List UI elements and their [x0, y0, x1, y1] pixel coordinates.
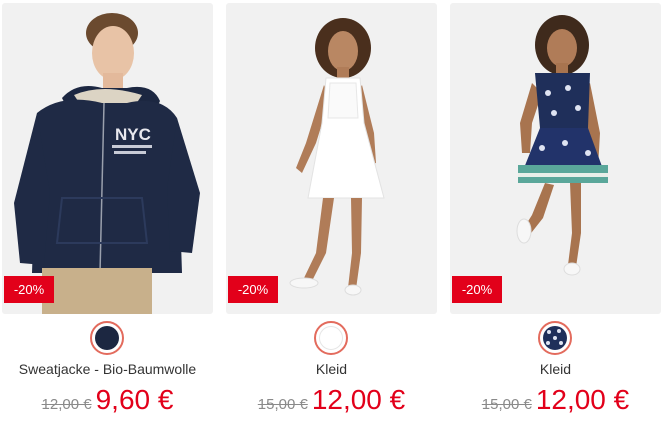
product-image-hoodie[interactable]: NYC -20%	[2, 3, 213, 314]
discount-badge: -20%	[4, 276, 54, 303]
color-swatch-navy[interactable]	[90, 321, 124, 355]
color-swatch-navy-pattern[interactable]	[538, 321, 572, 355]
product-image-patterned-dress[interactable]: -20%	[450, 3, 661, 314]
price-row: 12,00 € 9,60 €	[2, 384, 213, 416]
boy-hoodie-photo: NYC	[14, 13, 200, 314]
product-card[interactable]: -20% Kleid 15,00 € 12,00 €	[450, 0, 661, 421]
girl-white-dress-photo	[289, 18, 385, 296]
product-grid: NYC -20% Sweatjacke - Bio-Baumwolle 12,0…	[0, 0, 663, 421]
color-swatch-white[interactable]	[314, 321, 348, 355]
price-row: 15,00 € 12,00 €	[450, 384, 661, 416]
old-price: 15,00 €	[481, 396, 532, 413]
swatch-fill	[543, 326, 567, 350]
svg-text:NYC: NYC	[115, 125, 151, 144]
girl-patterned-dress-photo	[516, 15, 608, 276]
swatch-fill	[319, 326, 343, 350]
discount-badge: -20%	[228, 276, 278, 303]
discount-badge: -20%	[452, 276, 502, 303]
product-name[interactable]: Kleid	[450, 361, 661, 377]
old-price: 15,00 €	[257, 396, 308, 413]
sale-price: 12,00 €	[535, 384, 630, 415]
pattern-icon	[546, 329, 563, 345]
sale-price: 9,60 €	[95, 384, 174, 415]
swatch-fill	[95, 326, 119, 350]
product-card[interactable]: NYC -20% Sweatjacke - Bio-Baumwolle 12,0…	[2, 0, 213, 421]
product-card[interactable]: -20% Kleid 15,00 € 12,00 €	[226, 0, 437, 421]
product-name[interactable]: Sweatjacke - Bio-Baumwolle	[2, 361, 213, 377]
sale-price: 12,00 €	[311, 384, 406, 415]
price-row: 15,00 € 12,00 €	[226, 384, 437, 416]
product-name[interactable]: Kleid	[226, 361, 437, 377]
old-price: 12,00 €	[41, 396, 92, 413]
product-image-white-dress[interactable]: -20%	[226, 3, 437, 314]
